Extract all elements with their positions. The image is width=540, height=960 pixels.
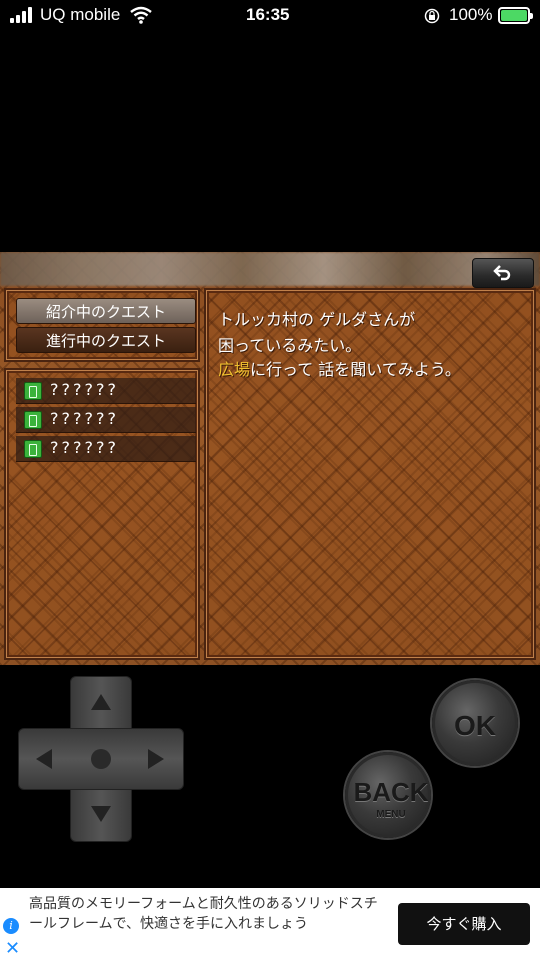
battery-icon bbox=[498, 7, 533, 24]
ad-banner[interactable]: i ✕ 高品質のメモリーフォームと耐久性のあるソリッドスチールフレームで、快適さ… bbox=[0, 888, 540, 960]
wifi-icon bbox=[130, 6, 152, 24]
quest-name: ?????? bbox=[50, 380, 119, 399]
signal-icon bbox=[10, 7, 36, 23]
ad-text[interactable]: 高品質のメモリーフォームと耐久性のあるソリッドスチールフレームで、快適さを手に入… bbox=[29, 894, 379, 934]
dpad-down-icon[interactable] bbox=[91, 806, 111, 822]
back-label: BACK bbox=[353, 777, 429, 807]
tab-ongoing-quests[interactable]: 進行中のクエスト bbox=[16, 327, 196, 353]
quest-list-item[interactable]: ?????? bbox=[16, 436, 196, 462]
message-line-2: 困っているみたい。 bbox=[218, 336, 362, 355]
dpad-right-icon[interactable] bbox=[148, 749, 164, 769]
message-line-3: 広場に行って 話を聞いてみよう。 bbox=[218, 356, 461, 380]
tab-introduced-quests[interactable]: 紹介中のクエスト bbox=[16, 298, 196, 324]
back-menu-button[interactable]: BACK MENU bbox=[345, 752, 431, 838]
dpad[interactable] bbox=[18, 676, 184, 842]
menu-label: MENU bbox=[376, 809, 406, 820]
buy-now-button[interactable]: 今すぐ購入 bbox=[398, 903, 530, 945]
dpad-center bbox=[91, 749, 111, 769]
quest-name: ?????? bbox=[50, 409, 119, 428]
book-icon bbox=[24, 382, 42, 400]
battery-percent: 100% bbox=[449, 5, 493, 24]
message-line-3-rest: に行って 話を聞いてみよう。 bbox=[250, 360, 461, 379]
game-screen: 紹介中のクエスト 進行中のクエスト ?????? ?????? ?????? ト… bbox=[0, 252, 540, 665]
quest-list-panel: ?????? ?????? ?????? bbox=[4, 368, 200, 660]
rotation-lock-icon bbox=[424, 8, 440, 24]
ok-button[interactable]: OK bbox=[432, 680, 518, 766]
info-icon[interactable]: i bbox=[3, 918, 19, 934]
quest-name: ?????? bbox=[50, 438, 119, 457]
book-icon bbox=[24, 411, 42, 429]
quest-list-item[interactable]: ?????? bbox=[16, 378, 196, 404]
dpad-left-icon[interactable] bbox=[36, 749, 52, 769]
close-icon[interactable]: ✕ bbox=[5, 938, 20, 959]
map-background bbox=[0, 252, 540, 286]
status-bar: UQ mobile 16:35 100% bbox=[0, 0, 540, 30]
carrier-name: UQ mobile bbox=[40, 5, 121, 24]
clock: 16:35 bbox=[246, 5, 290, 24]
quest-list-item[interactable]: ?????? bbox=[16, 407, 196, 433]
quest-tabs-panel: 紹介中のクエスト 進行中のクエスト bbox=[4, 288, 200, 362]
highlight-location: 広場 bbox=[218, 360, 251, 379]
message-line-1: トルッカ村の ゲルダさんが bbox=[218, 310, 416, 329]
dpad-up-icon[interactable] bbox=[91, 694, 111, 710]
book-icon bbox=[24, 440, 42, 458]
return-arrow-icon bbox=[493, 265, 511, 281]
return-button[interactable] bbox=[472, 258, 534, 288]
